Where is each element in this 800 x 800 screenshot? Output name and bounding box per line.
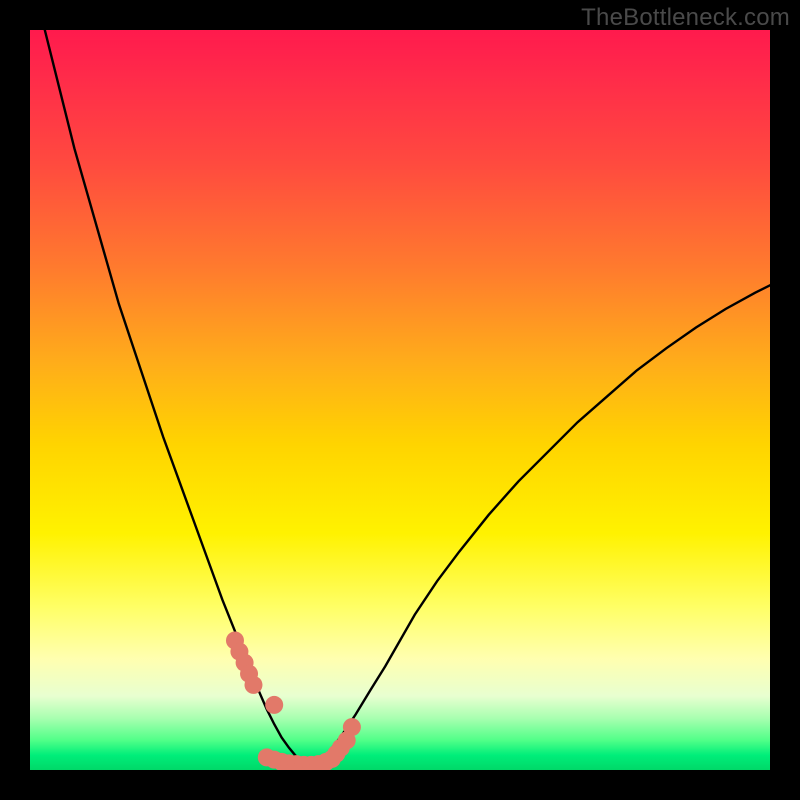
curve-right	[311, 285, 770, 766]
chart-svg	[30, 30, 770, 770]
watermark-text: TheBottleneck.com	[581, 4, 790, 32]
marker-dot	[244, 676, 262, 694]
marker-dot	[343, 718, 361, 736]
marker-dot	[265, 696, 283, 714]
curve-right-group	[311, 285, 770, 766]
markers-group	[226, 632, 361, 771]
curve-left	[45, 30, 311, 766]
plot-area	[30, 30, 770, 770]
chart-frame: TheBottleneck.com	[0, 0, 800, 800]
curve-left-group	[45, 30, 311, 766]
